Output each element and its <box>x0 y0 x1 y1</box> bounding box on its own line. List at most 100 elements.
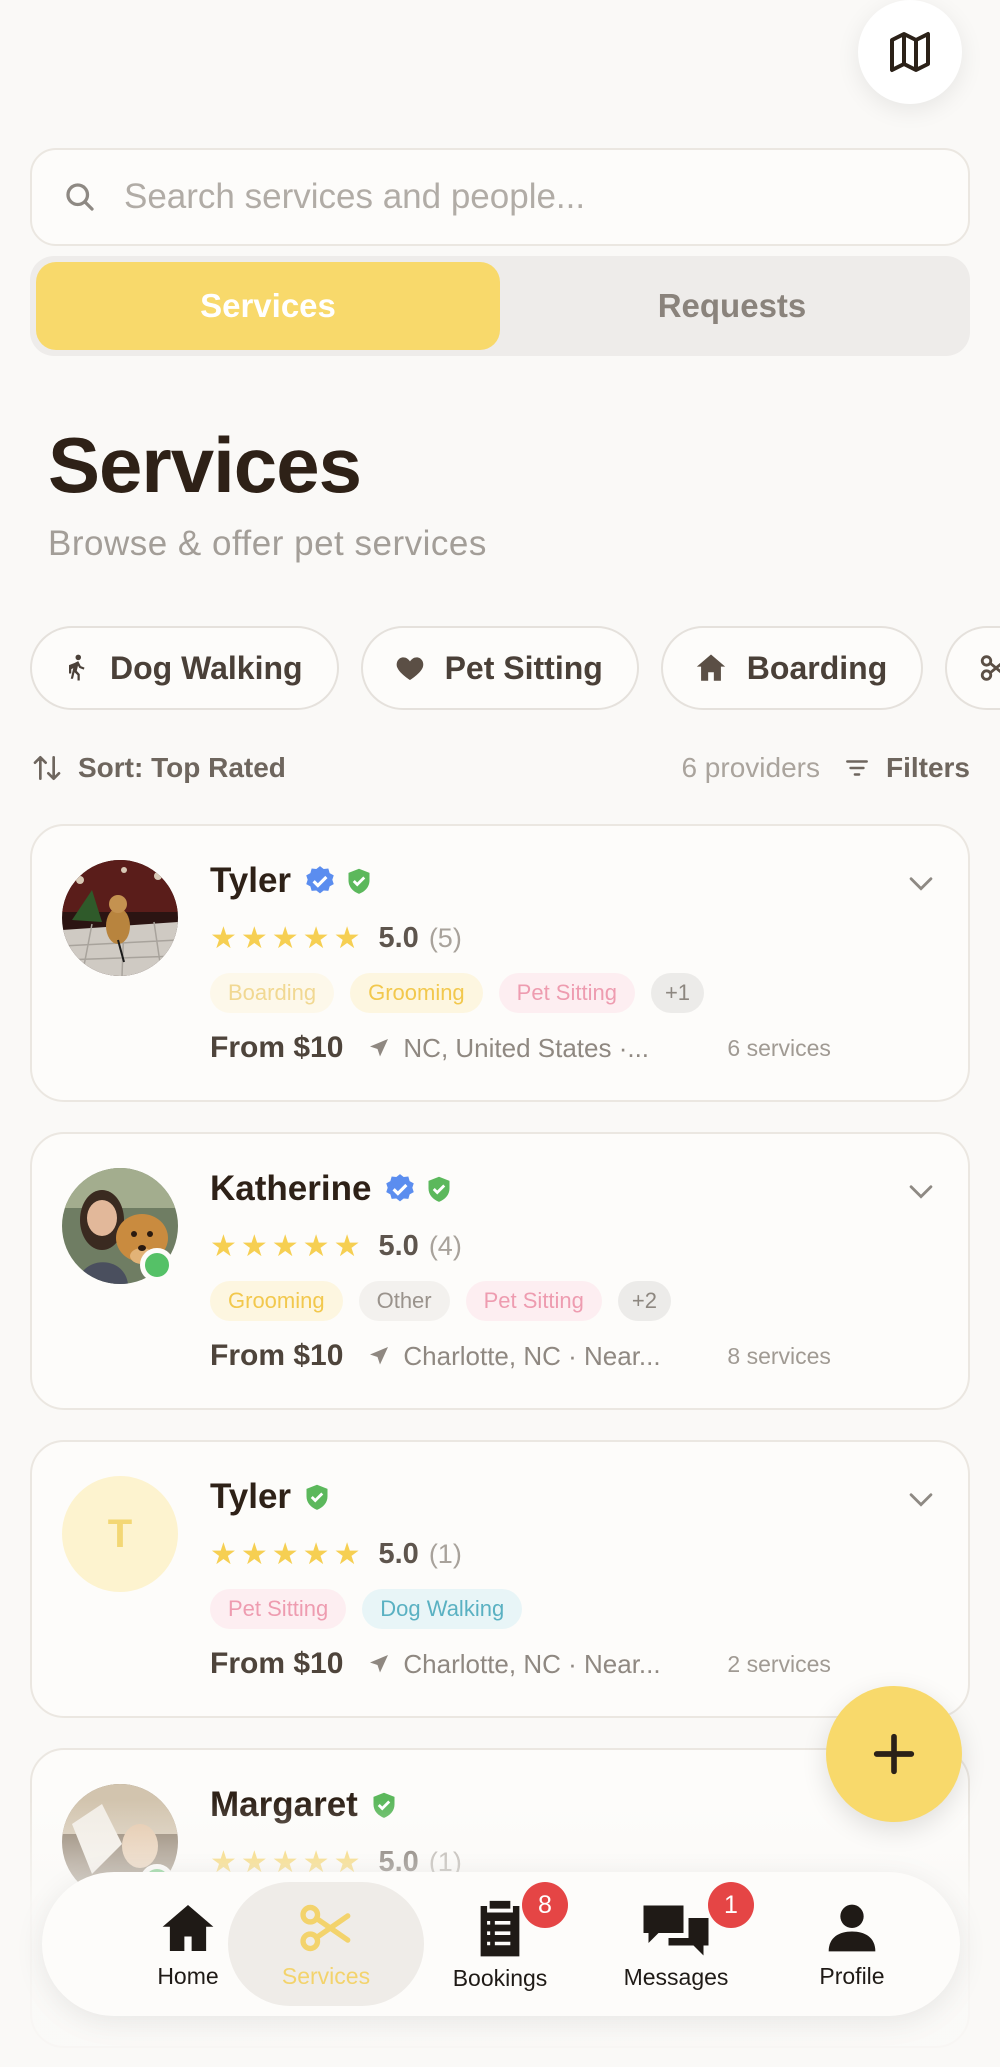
chevron-down-icon[interactable] <box>904 1482 938 1516</box>
review-count: (4) <box>428 1230 462 1261</box>
chip-dog-walking[interactable]: Dog Walking <box>30 626 339 710</box>
star-rating: ★★★★★ <box>210 1537 365 1571</box>
provider-name: Tyler <box>210 861 292 900</box>
chevron-down-icon[interactable] <box>904 866 938 900</box>
messages-badge: 1 <box>708 1882 754 1928</box>
avatar <box>62 860 178 976</box>
chip-boarding[interactable]: Boarding <box>660 626 924 710</box>
shield-check-icon <box>428 1176 450 1202</box>
sort-bar: Sort: Top Rated 6 providers Filters <box>30 746 970 790</box>
online-status-dot <box>140 1248 174 1282</box>
price: From $10 <box>210 1339 344 1372</box>
rating-score: 5.0 <box>378 1229 419 1262</box>
rating-score: 5.0 <box>378 1537 419 1570</box>
price: From $10 <box>210 1647 344 1680</box>
search-bar[interactable]: Search services and people... <box>30 148 970 246</box>
map-button[interactable] <box>858 0 962 104</box>
sort-arrows-icon <box>33 756 61 780</box>
service-count: 8 services <box>727 1342 831 1369</box>
more-tags-badge: +2 <box>617 1281 671 1321</box>
page-subtitle: Browse & offer pet services <box>48 524 487 563</box>
tab-services[interactable]: Services <box>36 262 500 350</box>
shield-check-icon <box>348 868 370 894</box>
provider-name: Margaret <box>210 1785 358 1824</box>
page-title: Services <box>48 421 362 509</box>
map-icon <box>890 32 930 72</box>
service-tag: Pet Sitting <box>210 1589 347 1629</box>
nav-bookings[interactable]: Bookings 8 <box>412 1872 588 2016</box>
star-rating: ★★★★★ <box>210 1229 365 1263</box>
chevron-down-icon[interactable] <box>904 1174 938 1208</box>
location-arrow-icon <box>370 1655 389 1673</box>
more-tags-badge: +1 <box>650 973 705 1013</box>
provider-count: 6 providers <box>681 752 820 783</box>
chip-more[interactable] <box>945 626 1000 710</box>
heart-icon <box>396 657 423 680</box>
service-count: 2 services <box>727 1650 831 1677</box>
chip-label: Dog Walking <box>110 649 303 686</box>
search-icon <box>66 183 94 211</box>
service-tag: Grooming <box>210 1281 343 1321</box>
filters-label: Filters <box>885 752 970 783</box>
service-tag: Grooming <box>350 973 483 1013</box>
service-count: 6 services <box>727 1034 831 1061</box>
provider-name: Katherine <box>210 1169 372 1208</box>
chat-bubbles-icon <box>643 1905 709 1955</box>
house-icon <box>696 654 725 681</box>
service-tag: Pet Sitting <box>498 973 635 1013</box>
sort-button[interactable]: Sort: Top Rated <box>30 752 286 784</box>
nav-services[interactable]: Services <box>228 1882 424 2006</box>
review-count: (1) <box>428 1538 462 1569</box>
price: From $10 <box>210 1031 344 1064</box>
provider-card[interactable]: T Tyler ★★★★★ 5.0 (1) Pet Sitting Dog Wa… <box>30 1440 970 1718</box>
nav-label: Profile <box>819 1962 885 1989</box>
clipboard-icon <box>480 1900 520 1956</box>
review-count: (5) <box>428 922 462 953</box>
chip-pet-sitting[interactable]: Pet Sitting <box>360 626 639 710</box>
scissors-icon <box>981 655 1000 681</box>
provider-card[interactable]: Tyler ★★★★★ 5.0 (5) Boarding Grooming Pe… <box>30 824 970 1102</box>
scissors-icon <box>300 1904 351 1951</box>
verified-badge-icon <box>306 866 334 894</box>
location: Charlotte, NC · Near... <box>367 1341 687 1372</box>
chip-label: Boarding <box>746 649 888 686</box>
provider-name: Tyler <box>210 1477 292 1516</box>
nav-label: Bookings <box>452 1964 548 1991</box>
sort-label: Sort: Top Rated <box>78 752 286 783</box>
filter-icon <box>846 760 868 776</box>
service-tag: Dog Walking <box>362 1589 523 1629</box>
location-text: Charlotte, NC · Near... <box>403 1340 661 1371</box>
star-rating: ★★★★★ <box>210 921 365 955</box>
service-tag: Pet Sitting <box>465 1281 602 1321</box>
location: NC, United States ·... <box>367 1033 687 1064</box>
nav-label: Home <box>157 1962 219 1989</box>
shield-check-icon <box>373 1792 395 1818</box>
service-tag: Other <box>358 1281 450 1321</box>
rating-score: 5.0 <box>378 921 419 954</box>
provider-card[interactable]: Katherine ★★★★★ 5.0 (4) Grooming Other P… <box>30 1132 970 1410</box>
person-icon <box>828 1904 876 1951</box>
tab-requests[interactable]: Requests <box>500 262 964 350</box>
avatar: T <box>62 1476 178 1592</box>
segmented-control: Services Requests <box>30 256 970 356</box>
search-input[interactable]: Search services and people... <box>124 177 585 217</box>
location-text: NC, United States ·... <box>403 1032 650 1063</box>
location-arrow-icon <box>370 1347 389 1365</box>
service-tag: Boarding <box>210 973 335 1013</box>
verified-badge-icon <box>386 1174 415 1202</box>
bottom-nav: Home Services Bookings 8 Messages 1 Prof… <box>42 1872 960 2016</box>
nav-label: Messages <box>623 1963 729 1990</box>
shield-check-icon <box>306 1484 328 1510</box>
nav-profile[interactable]: Profile <box>764 1872 940 2016</box>
category-chips: Dog Walking Pet Sitting Boarding <box>30 626 1000 712</box>
walking-person-icon <box>69 654 85 681</box>
filters-button[interactable]: Filters <box>842 752 970 784</box>
nav-label: Services <box>281 1962 371 1989</box>
plus-icon <box>873 1733 915 1775</box>
home-icon <box>162 1904 214 1951</box>
nav-messages[interactable]: Messages 1 <box>588 1872 764 2016</box>
add-service-button[interactable] <box>826 1686 962 1822</box>
location-arrow-icon <box>370 1039 389 1057</box>
location-text: Charlotte, NC · Near... <box>403 1648 661 1679</box>
chip-label: Pet Sitting <box>444 649 603 686</box>
